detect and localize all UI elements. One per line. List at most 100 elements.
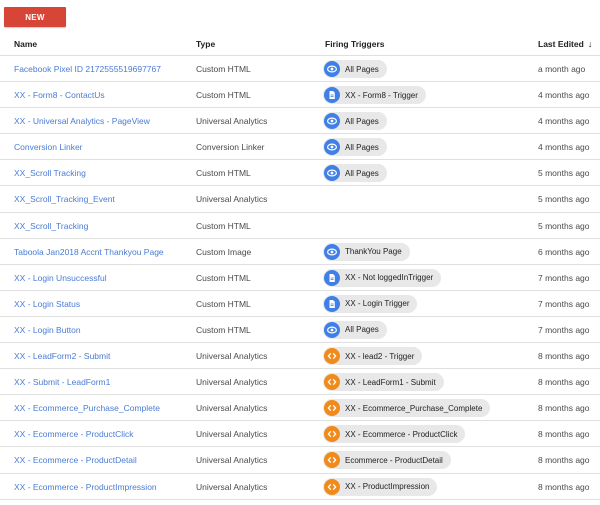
tag-type: Universal Analytics <box>196 351 268 362</box>
tag-name-link[interactable]: XX - Form8 - ContactUs <box>14 90 105 100</box>
trigger-chip[interactable]: ThankYou Page <box>323 242 410 261</box>
tag-type: Custom HTML <box>196 168 251 179</box>
trigger-chip[interactable]: XX - Login Trigger <box>323 294 418 313</box>
table-row[interactable]: Taboola Jan2018 Accnt Thankyou Page Custo… <box>0 239 600 265</box>
tag-type: Universal Analytics <box>196 429 268 440</box>
table-row[interactable]: XX_Scroll_Tracking Custom HTML 5 months ag… <box>0 213 600 239</box>
table-row[interactable]: XX_Scroll Tracking Custom HTML All Pages 5 … <box>0 160 600 187</box>
tag-type: Universal Analytics <box>196 481 268 492</box>
eye-icon <box>324 139 340 156</box>
tag-type: Custom HTML <box>196 90 251 101</box>
table-row[interactable]: XX - LeadForm2 - Submit Universal Analyti… <box>0 343 600 370</box>
trigger-chip[interactable]: XX - Form8 - Trigger <box>323 86 426 105</box>
document-icon <box>324 269 340 286</box>
tags-table: Name Type Firing Triggers Last Edited ↓ F… <box>0 30 600 500</box>
table-row[interactable]: XX - Ecommerce - ProductDetail Universal … <box>0 447 600 474</box>
tag-type: Custom HTML <box>196 64 251 74</box>
trigger-chip-label: XX - Ecommerce - ProductClick <box>345 429 458 439</box>
tag-type: Custom HTML <box>196 272 251 283</box>
column-header-name[interactable]: Name <box>14 39 37 49</box>
table-row[interactable]: Conversion Linker Conversion Linker All Pa… <box>0 134 600 161</box>
new-tag-button[interactable]: NEW <box>4 7 66 27</box>
trigger-chip-label: All Pages <box>345 116 379 126</box>
last-edited: 8 months ago <box>538 351 590 362</box>
tag-type: Custom Image <box>196 246 252 257</box>
table-row[interactable]: XX - Login Button Custom HTML All Pages 7 m… <box>0 317 600 344</box>
trigger-chip[interactable]: All Pages <box>323 164 387 183</box>
table-row[interactable]: XX - Universal Analytics - PageView Unive… <box>0 108 600 135</box>
tag-name-link[interactable]: Taboola Jan2018 Accnt Thankyou Page <box>14 247 164 257</box>
last-edited: 8 months ago <box>538 455 590 466</box>
table-row[interactable]: XX - Ecommerce - ProductImpression Univer… <box>0 474 600 500</box>
table-row[interactable]: XX - Form8 - ContactUs Custom HTML XX - Fo… <box>0 82 600 109</box>
tag-name-link[interactable]: XX - Ecommerce - ProductDetail <box>14 455 137 465</box>
trigger-chip[interactable]: All Pages <box>323 320 387 339</box>
last-edited: 6 months ago <box>538 246 590 257</box>
trigger-chip[interactable]: XX - Ecommerce - ProductClick <box>323 425 466 444</box>
trigger-chip-label: Ecommerce - ProductDetail <box>345 455 443 465</box>
eye-icon <box>324 61 340 77</box>
tag-type: Conversion Linker <box>196 142 265 153</box>
table-row[interactable]: XX - Ecommerce - ProductClick Universal A… <box>0 421 600 448</box>
table-body: Facebook Pixel ID 2172555519697767 Custom… <box>0 56 600 500</box>
tag-name-link[interactable]: Conversion Linker <box>14 142 83 152</box>
tag-name-link[interactable]: XX - Login Status <box>14 299 80 309</box>
trigger-chip[interactable]: Ecommerce - ProductDetail <box>323 451 451 470</box>
table-row[interactable]: XX - Submit - LeadForm1 Universal Analyti… <box>0 369 600 396</box>
trigger-chip-label: XX - LeadForm1 - Submit <box>345 377 436 387</box>
table-row[interactable]: Facebook Pixel ID 2172555519697767 Custom… <box>0 56 600 83</box>
code-icon <box>324 426 340 443</box>
last-edited: 5 months ago <box>538 220 590 231</box>
tag-type: Universal Analytics <box>196 403 268 414</box>
last-edited: 8 months ago <box>538 481 590 492</box>
tag-name-link[interactable]: XX - Ecommerce_Purchase_Complete <box>14 403 160 413</box>
tag-name-link[interactable]: Facebook Pixel ID 2172555519697767 <box>14 64 161 74</box>
trigger-chip-label: XX - ProductImpression <box>345 482 430 491</box>
table-row[interactable]: XX - Login Unsuccessful Custom HTML XX - N… <box>0 265 600 291</box>
last-edited: 8 months ago <box>538 377 590 388</box>
tag-name-link[interactable]: XX - Login Button <box>14 325 81 335</box>
eye-icon <box>324 321 340 338</box>
trigger-chip[interactable]: XX - lead2 - Trigger <box>323 347 423 366</box>
tag-type: Universal Analytics <box>196 377 268 388</box>
column-header-last-edited[interactable]: Last Edited ↓ <box>538 39 592 49</box>
table-header: Name Type Firing Triggers Last Edited ↓ <box>0 30 600 56</box>
trigger-chip[interactable]: XX - LeadForm1 - Submit <box>323 373 444 392</box>
tag-type: Custom HTML <box>196 298 251 309</box>
tag-type: Custom HTML <box>196 324 251 335</box>
last-edited: 5 months ago <box>538 168 590 179</box>
tag-type: Custom HTML <box>196 220 251 231</box>
tag-name-link[interactable]: XX - LeadForm2 - Submit <box>14 351 110 361</box>
code-icon <box>324 452 340 469</box>
tag-type: Universal Analytics <box>196 455 268 466</box>
trigger-chip[interactable]: All Pages <box>323 60 387 78</box>
column-header-type[interactable]: Type <box>196 39 215 49</box>
tag-name-link[interactable]: XX - Ecommerce - ProductClick <box>14 429 134 439</box>
tag-name-link[interactable]: XX_Scroll_Tracking <box>14 221 88 231</box>
table-row[interactable]: XX - Ecommerce_Purchase_Complete Universa… <box>0 395 600 422</box>
tag-name-link[interactable]: XX_Scroll_Tracking_Event <box>14 194 115 204</box>
trigger-chip[interactable]: All Pages <box>323 112 387 131</box>
tag-name-link[interactable]: XX - Ecommerce - ProductImpression <box>14 482 157 492</box>
document-icon <box>324 87 340 104</box>
trigger-chip-label: All Pages <box>345 168 379 178</box>
arrow-down-icon[interactable]: ↓ <box>588 39 593 49</box>
tag-name-link[interactable]: XX - Submit - LeadForm1 <box>14 377 110 387</box>
column-header-firing-triggers: Firing Triggers <box>325 39 385 49</box>
trigger-chip[interactable]: XX - ProductImpression <box>323 477 438 496</box>
trigger-chip-label: XX - Form8 - Trigger <box>345 90 418 100</box>
table-row[interactable]: XX_Scroll_Tracking_Event Universal Analyt… <box>0 186 600 213</box>
trigger-chip[interactable]: XX - Ecommerce_Purchase_Complete <box>323 399 491 418</box>
trigger-chip[interactable]: XX - Not loggedInTrigger <box>323 268 442 287</box>
column-header-last-edited-label: Last Edited <box>538 39 584 49</box>
eye-icon <box>324 113 340 130</box>
code-icon <box>324 374 340 391</box>
tag-name-link[interactable]: XX - Login Unsuccessful <box>14 273 107 283</box>
trigger-chip[interactable]: All Pages <box>323 138 387 157</box>
trigger-chip-label: All Pages <box>345 64 379 74</box>
tag-name-link[interactable]: XX - Universal Analytics - PageView <box>14 116 150 126</box>
tag-name-link[interactable]: XX_Scroll Tracking <box>14 168 86 178</box>
last-edited: a month ago <box>538 64 586 74</box>
code-icon <box>324 400 340 417</box>
table-row[interactable]: XX - Login Status Custom HTML XX - Login T… <box>0 291 600 317</box>
